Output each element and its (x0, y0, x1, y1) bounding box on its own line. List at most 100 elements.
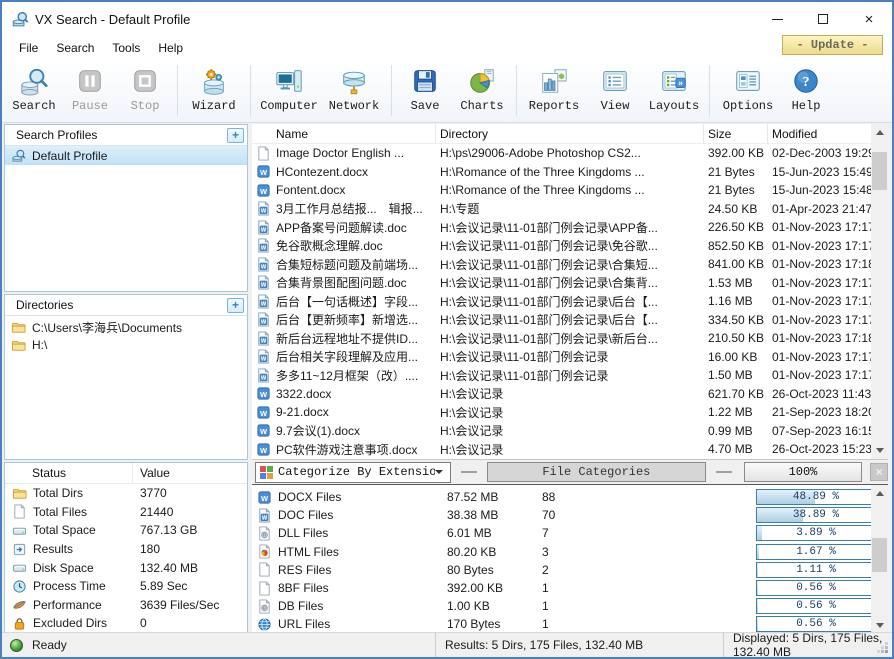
percent-bar: 38.89 % (756, 507, 876, 523)
category-row[interactable]: DLL Files 6.01 MB 7 3.89 % (252, 524, 888, 542)
status-row: Performance 3639 Files/Sec (5, 596, 247, 615)
file-categories-list: W DOCX Files 87.52 MB 88 48.89 % W DOC F… (252, 484, 888, 634)
status-column-header: Status (5, 463, 133, 483)
pause-icon (75, 66, 105, 96)
percent-bar: 48.89 % (756, 489, 876, 505)
directory-item[interactable]: H:\ (5, 336, 247, 354)
ready-status-icon (10, 639, 23, 652)
menu-item-file[interactable]: File (10, 38, 47, 58)
category-row[interactable]: RES Files 80 Bytes 2 1.11 % (252, 561, 888, 579)
file-row[interactable]: W 后台【一句话概述】字段... H:\会议记录\11-01部门例会记录\后台【… (252, 292, 888, 311)
scroll-up-icon[interactable] (871, 124, 888, 141)
doc-icon: W (256, 257, 271, 272)
svg-text:W: W (261, 283, 267, 289)
toolbar-view-button[interactable]: View (586, 62, 644, 122)
file-list-scrollbar[interactable] (871, 124, 888, 459)
file-row[interactable]: W 3月工作月总结报... 辑报... H:\专题 24.50 KB 01-Ap… (252, 200, 888, 219)
file-row[interactable]: W 免谷歌概念理解.doc H:\会议记录\11-01部门例会记录\免谷歌...… (252, 237, 888, 256)
column-header-modified[interactable]: Modified (768, 124, 871, 143)
file-row[interactable]: W 9.7会议(1).docx H:\会议记录 0.99 MB 07-Sep-2… (252, 422, 888, 441)
status-row: Process Time 5.89 Sec (5, 577, 247, 596)
drive-icon (12, 523, 27, 538)
scroll-down-icon[interactable] (871, 442, 888, 459)
search-drive-icon (19, 66, 49, 96)
category-row[interactable]: 8BF Files 392.00 KB 1 0.56 % (252, 579, 888, 597)
categories-scrollbar[interactable] (871, 485, 888, 634)
svg-text:W: W (261, 357, 267, 363)
category-row[interactable]: DB Files 1.00 KB 1 0.56 % (252, 597, 888, 615)
stop-icon (130, 66, 160, 96)
doc-icon: W (256, 220, 271, 235)
file-row[interactable]: W Fontent.docx H:\Romance of the Three K… (252, 181, 888, 200)
toolbar: Search Pause Stop Wizard Computer Networ… (2, 59, 892, 123)
doc-icon: W (256, 312, 271, 327)
scroll-up-icon[interactable] (871, 485, 888, 502)
toolbar-layouts-button[interactable]: » Layouts (644, 62, 704, 122)
file-row[interactable]: W 新后台远程地址不提供ID... H:\会议记录\11-01部门例会记录\新后… (252, 329, 888, 348)
close-button[interactable]: × (846, 2, 892, 36)
reports-icon (539, 66, 569, 96)
toolbar-separator (516, 65, 517, 116)
status-panel: Status Value Total Dirs 3770 Total Files… (4, 462, 248, 634)
column-header-size[interactable]: Size (704, 124, 768, 143)
toolbar-options-button[interactable]: Options (715, 62, 781, 122)
file-row[interactable]: W 3322.docx H:\会议记录 621.70 KB 26-Oct-202… (252, 385, 888, 404)
toolbar-charts-button[interactable]: Charts (453, 62, 511, 122)
docx-icon: W (256, 423, 271, 438)
toolbar-search-button[interactable]: Search (6, 62, 62, 122)
update-button[interactable]: - Update - (782, 35, 883, 55)
profile-item[interactable]: Default Profile (5, 146, 247, 165)
scrollbar-thumb[interactable] (872, 152, 887, 190)
file-row[interactable]: W 9-21.docx H:\会议记录 1.22 MB 21-Sep-2023 … (252, 403, 888, 422)
file-row[interactable]: Image Doctor English ... H:\ps\29006-Ado… (252, 144, 888, 163)
window-title: VX Search - Default Profile (35, 12, 190, 27)
toolbar-reports-button[interactable]: Reports (522, 62, 586, 122)
resize-grip[interactable] (885, 650, 888, 653)
categorize-dropdown[interactable]: Categorize By Extension (255, 462, 451, 483)
category-row[interactable]: W DOC Files 38.38 MB 70 38.89 % (252, 506, 888, 524)
file-row[interactable]: W 后台【更新频率】新增选... H:\会议记录\11-01部门例会记录\后台【… (252, 311, 888, 330)
maximize-button[interactable] (800, 2, 846, 36)
minimize-button[interactable] (754, 2, 800, 36)
category-row[interactable]: HTML Files 80.20 KB 3 1.67 % (252, 543, 888, 561)
file-row[interactable]: W 后台相关字段理解及应用... H:\会议记录\11-01部门例会记录 16.… (252, 348, 888, 367)
doc-icon: W (256, 294, 271, 309)
column-header-name[interactable]: Name (252, 124, 436, 143)
toolbar-computer-button[interactable]: Computer (256, 62, 322, 122)
file-icon (256, 146, 271, 161)
column-header-directory[interactable]: Directory (436, 124, 704, 143)
svg-text:W: W (261, 338, 267, 344)
toolbar-help-button[interactable]: ? Help (781, 62, 831, 122)
directory-item[interactable]: C:\Users\李海兵\Documents (5, 318, 247, 336)
zoom-level-button[interactable]: 100% (744, 462, 862, 482)
file-row[interactable]: W 合集短标题问题及前端场... H:\会议记录\11-01部门例会记录\合集短… (252, 255, 888, 274)
file-row[interactable]: W PC软件游戏注意事项.docx H:\会议记录 4.70 MB 26-Oct… (252, 440, 888, 459)
menu-item-search[interactable]: Search (47, 38, 103, 58)
file-categories-button[interactable]: File Categories (487, 462, 706, 482)
doc-icon: W (256, 275, 271, 290)
toolbar-network-button[interactable]: Network (322, 62, 386, 122)
close-icon: × (865, 12, 874, 27)
toolbar-save-button[interactable]: Save (397, 62, 453, 122)
toolbar-separator (177, 65, 178, 116)
menu-item-tools[interactable]: Tools (103, 38, 149, 58)
file-row[interactable]: W 多多11~12月框架（改）.... H:\会议记录\11-01部门例会记录 … (252, 366, 888, 385)
menu-item-help[interactable]: Help (149, 38, 192, 58)
url-icon (257, 617, 272, 632)
scrollbar-thumb[interactable] (872, 538, 887, 572)
vx-search-window: VX Search - Default Profile × FileSearch… (0, 0, 894, 659)
file-row[interactable]: W APP备案号问题解读.doc H:\会议记录\11-01部门例会记录\APP… (252, 218, 888, 237)
file-row[interactable]: W HContezent.docx H:\Romance of the Thre… (252, 163, 888, 182)
splitter-handle[interactable] (716, 471, 732, 473)
clock-icon (12, 579, 27, 594)
categorize-dropdown-label: Categorize By Extension (278, 465, 435, 479)
file-row[interactable]: W 合集背景图配图问题.doc H:\会议记录\11-01部门例会记录\合集背.… (252, 274, 888, 293)
splitter-handle[interactable] (461, 471, 477, 473)
category-row[interactable]: W DOCX Files 87.52 MB 88 48.89 % (252, 488, 888, 506)
doc-icon: W (257, 508, 272, 523)
toolbar-wizard-button[interactable]: Wizard (183, 62, 245, 122)
add-profile-button[interactable]: + (227, 128, 244, 143)
docx-icon: W (256, 183, 271, 198)
add-directory-button[interactable]: + (227, 298, 244, 313)
close-categories-button[interactable]: × (870, 463, 888, 481)
